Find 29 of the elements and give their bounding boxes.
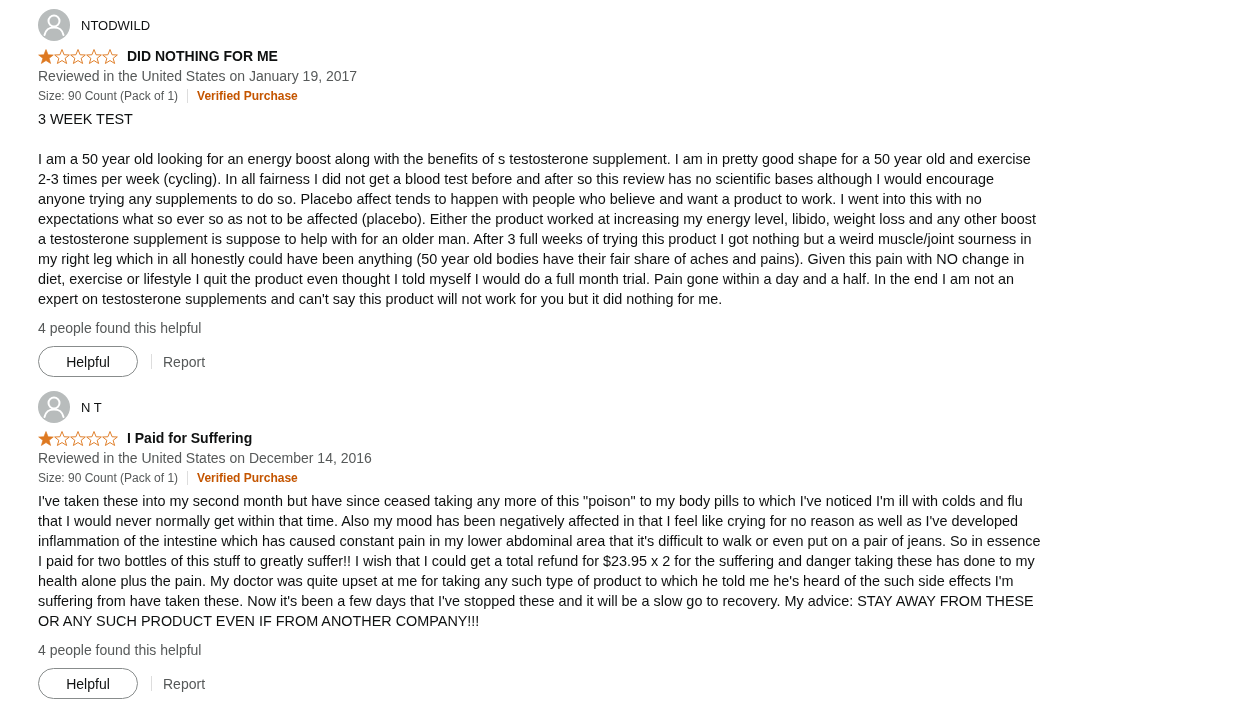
- avatar-icon: [38, 9, 70, 41]
- size-info: Size: 90 Count (Pack of 1): [38, 471, 179, 485]
- reviewer-name: NTODWILD: [81, 17, 151, 33]
- empty-star-icon: [102, 430, 118, 446]
- report-link[interactable]: Report: [163, 353, 206, 370]
- helpful-button[interactable]: Helpful: [38, 668, 138, 699]
- helpful-button[interactable]: Helpful: [38, 346, 138, 377]
- helpful-count: 4 people found this helpful: [38, 319, 202, 338]
- review-title: DID NOTHING FOR ME: [127, 47, 278, 66]
- review-text: I've taken these into my second month but have since ceased taking any more of this "poison" to my body pills to which I've noticed I'm ill with colds and flu that I would never normally get within that time. Also my mood has been negatively affected in that I feel like crying for no reason as well as I've developed inflammation of the intestine which has caused constant pain in my lower abdominal area that it's difficult to walk or even put on a pair of jeans. So in essence I paid for two bottles of this stuff to greatly suffer!! I wish that I could get a total refund for $23.95 x 2 for the suffering and danger taking these has done to my health alone plus the pain. My doctor was quite upset at me for taking any such type of product to which he told me he's heard of the such side effects I'm suffering from have taken these. Now it's been a few days that I've stopped these and it will be a slow go to recovery. My advice: STAY AWAY FROM THESE OR ANY SUCH PRODUCT EVEN IF FROM ANOTHER COMPANY!!!: [38, 492, 1042, 631]
- verified-purchase-label: Verified Purchase: [197, 471, 298, 485]
- review-date: Reviewed in the United States on December 14, 2016: [38, 449, 372, 468]
- empty-star-icon: [86, 48, 102, 64]
- review-date: Reviewed in the United States on January 19, 2017: [38, 67, 358, 86]
- review-text: 3 WEEK TEST: [38, 110, 133, 129]
- report-link[interactable]: Report: [163, 675, 206, 692]
- review-text: I am a 50 year old looking for an energy boost along with the benefits of s testosterone supplement. I am in pretty good shape for a 50 year old and exercise 2-3 times per week (cycling). In all fairness I did not get a blood test before and after so this review has no scientific bases although I would encourage anyone trying any supplements to do so. Placebo affect tends to happen with people who believe and want a product to work. I went into this with no expectations what so ever so as not to be affected (placebo). Either the product worked at increasing my energy level, libido, weight loss and any other boost a testosterone supplement is suppose to help with for an older man. After 3 full weeks of trying this product I got nothing but a weird muscle/joint sourness in my right leg which in all honestly could have been anything (50 year old bodies have their fair share of aches and pains). Given this pain with NO change in diet, exercise or lifestyle I quit the product even thought I told myself I would do a full month trial. Pain gone within a day and a half. In the end I am not an expert on testosterone supplements and can't say this product will not work for you but it did nothing for me.: [38, 150, 1038, 309]
- helpful-count: 4 people found this helpful: [38, 641, 202, 660]
- empty-star-icon: [102, 48, 118, 64]
- filled-star-icon: [38, 430, 54, 446]
- size-info: Size: 90 Count (Pack of 1): [38, 89, 179, 103]
- filled-star-icon: [38, 48, 54, 64]
- reviewer-name: N T: [81, 399, 102, 415]
- empty-star-icon: [70, 430, 86, 446]
- review-title: I Paid for Suffering: [127, 429, 253, 448]
- empty-star-icon: [70, 48, 86, 64]
- empty-star-icon: [86, 430, 102, 446]
- avatar-icon: [38, 391, 70, 423]
- verified-purchase-label: Verified Purchase: [197, 89, 298, 103]
